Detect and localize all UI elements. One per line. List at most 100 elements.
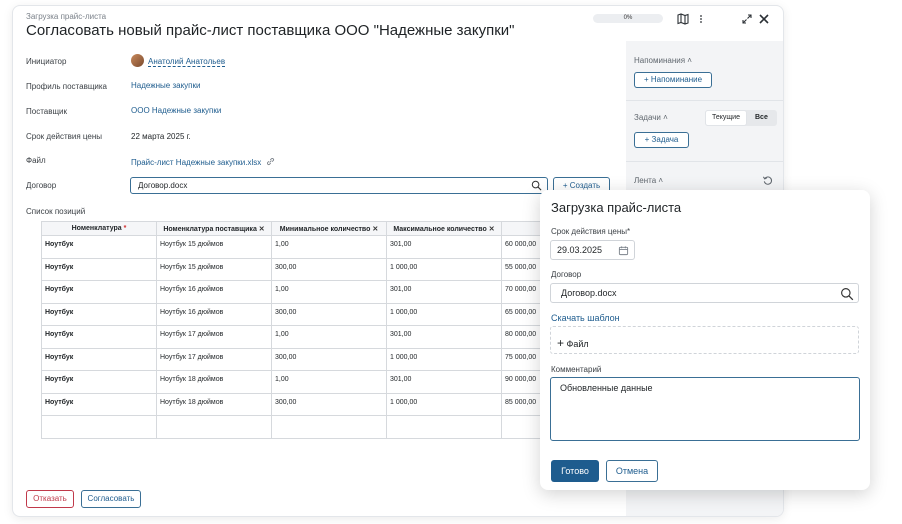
modal-validity-label: Срок действия цены* [551, 227, 631, 236]
initiator-link[interactable]: Анатолий Анатольев [148, 57, 226, 67]
col-supplier-nomenclature[interactable]: Номенклатура поставщика ✕ [156, 221, 272, 236]
more-vertical-icon[interactable] [694, 12, 708, 26]
pin-icon[interactable]: ✕ [259, 226, 265, 233]
table-row-empty[interactable] [41, 415, 561, 439]
validity-date-value: 29.03.2025 [557, 245, 603, 255]
cell-nomenclature[interactable]: Ноутбук [41, 325, 157, 349]
add-reminder-button[interactable]: + Напоминание [634, 72, 712, 88]
search-icon[interactable] [531, 180, 542, 191]
cell-supplier-nomenclature[interactable]: Ноутбук 17 дюймов [156, 325, 272, 349]
table-row[interactable]: Ноутбук Ноутбук 18 дюймов 1,00 301,00 90 000… [41, 370, 561, 394]
tab-all[interactable]: Все [755, 110, 768, 126]
table-row[interactable]: Ноутбук Ноутбук 15 дюймов 1,00 301,00 60 000… [41, 235, 561, 259]
map-icon[interactable] [676, 12, 690, 26]
pin-icon[interactable]: ✕ [372, 226, 378, 233]
expand-icon[interactable] [740, 12, 754, 26]
cell-min-qty[interactable]: 300,00 [271, 302, 387, 326]
col-min-qty[interactable]: Минимальное количество ✕ [271, 221, 387, 236]
cell-nomenclature[interactable]: Ноутбук [41, 257, 157, 281]
cell-nomenclature[interactable]: Ноутбук [41, 280, 157, 304]
cell-supplier-nomenclature[interactable]: Ноутбук 16 дюймов [156, 302, 272, 326]
tasks-title[interactable]: Задачи ˄ [634, 113, 668, 122]
col-max-qty[interactable]: Максимальное количество ✕ [386, 221, 502, 236]
refresh-icon[interactable] [762, 175, 773, 186]
pin-icon[interactable]: ✕ [489, 226, 495, 233]
cell-max-qty[interactable]: 1 000,00 [386, 392, 502, 416]
cell-max-qty[interactable]: 1 000,00 [386, 347, 502, 371]
contract-input[interactable]: Договор.docx [130, 177, 548, 194]
profile-link[interactable]: Надежные закупки [131, 81, 200, 90]
contract-label: Договор [26, 181, 57, 190]
table-row[interactable]: Ноутбук Ноутбук 16 дюймов 1,00 301,00 70 000… [41, 280, 561, 304]
table-row[interactable]: Ноутбук Ноутбук 16 дюймов 300,00 1 000,00 65… [41, 302, 561, 326]
tasks-filter: Текущие Все [705, 110, 777, 126]
table-row[interactable]: Ноутбук Ноутбук 18 дюймов 300,00 1 000,00 85… [41, 392, 561, 416]
cell-max-qty[interactable]: 1 000,00 [386, 257, 502, 281]
page-subtitle: Загрузка прайс-листа [26, 12, 107, 21]
cell-supplier-nomenclature[interactable]: Ноутбук 18 дюймов [156, 370, 272, 394]
reminders-title[interactable]: Напоминания ˄ [634, 56, 692, 65]
cell-min-qty[interactable]: 1,00 [271, 325, 387, 349]
download-template-link[interactable]: Скачать шаблон [551, 313, 620, 323]
cell-max-qty[interactable]: 1 000,00 [386, 302, 502, 326]
file-link-text[interactable]: Прайс-лист Надежные закупки.xlsx [131, 158, 261, 167]
supplier-link[interactable]: ООО Надежные закупки [131, 106, 221, 115]
comment-textarea[interactable]: Обновленные данные [550, 377, 860, 441]
tab-current[interactable]: Текущие [705, 110, 747, 126]
table-row[interactable]: Ноутбук Ноутбук 15 дюймов 300,00 1 000,00 55… [41, 257, 561, 281]
initiator-label: Инициатор [26, 57, 67, 66]
cell-min-qty[interactable]: 300,00 [271, 257, 387, 281]
cell-nomenclature[interactable]: Ноутбук [41, 302, 157, 326]
reject-button[interactable]: Отказать [26, 490, 74, 508]
cell-supplier-nomenclature[interactable]: Ноутбук 16 дюймов [156, 280, 272, 304]
cell-nomenclature[interactable]: Ноутбук [41, 235, 157, 259]
comment-text: Обновленные данные [560, 383, 653, 393]
add-file-button[interactable]: + Файл [550, 326, 859, 354]
empty-cell[interactable] [156, 415, 272, 439]
cell-min-qty[interactable]: 300,00 [271, 347, 387, 371]
cell-min-qty[interactable]: 1,00 [271, 280, 387, 304]
done-button[interactable]: Готово [551, 460, 599, 482]
cell-supplier-nomenclature[interactable]: Ноутбук 15 дюймов [156, 257, 272, 281]
link-icon [266, 157, 274, 166]
file-label: Файл [26, 156, 46, 165]
cell-min-qty[interactable]: 300,00 [271, 392, 387, 416]
table-row[interactable]: Ноутбук Ноутбук 17 дюймов 1,00 301,00 80 000… [41, 325, 561, 349]
cell-max-qty[interactable]: 301,00 [386, 280, 502, 304]
cell-min-qty[interactable]: 1,00 [271, 370, 387, 394]
feed-title[interactable]: Лента ˄ [634, 176, 663, 185]
validity-label: Срок действия цены [26, 132, 103, 141]
cell-nomenclature[interactable]: Ноутбук [41, 370, 157, 394]
validity-date-input[interactable]: 29.03.2025 [550, 240, 635, 260]
cell-max-qty[interactable]: 301,00 [386, 235, 502, 259]
create-button-label: Создать [569, 181, 601, 190]
positions-title: Список позиций [26, 207, 86, 216]
cell-min-qty[interactable]: 1,00 [271, 235, 387, 259]
cell-supplier-nomenclature[interactable]: Ноутбук 15 дюймов [156, 235, 272, 259]
add-task-button[interactable]: + Задача [634, 132, 689, 148]
divider [626, 161, 783, 162]
approve-button[interactable]: Согласовать [81, 490, 141, 508]
cell-max-qty[interactable]: 301,00 [386, 325, 502, 349]
cancel-button[interactable]: Отмена [606, 460, 658, 482]
search-icon[interactable] [840, 287, 854, 301]
page-title: Согласовать новый прайс-лист поставщика … [26, 22, 515, 39]
calendar-icon[interactable] [618, 245, 629, 256]
cell-supplier-nomenclature[interactable]: Ноутбук 18 дюймов [156, 392, 272, 416]
empty-cell[interactable] [386, 415, 502, 439]
empty-cell[interactable] [41, 415, 157, 439]
empty-cell[interactable] [271, 415, 387, 439]
table-row[interactable]: Ноутбук Ноутбук 17 дюймов 300,00 1 000,00 75… [41, 347, 561, 371]
required-mark: * [123, 225, 127, 232]
upload-price-list-modal: Загрузка прайс-листа Срок действия цены*… [540, 190, 870, 490]
modal-contract-input[interactable]: Договор.docx [550, 283, 859, 303]
cell-supplier-nomenclature[interactable]: Ноутбук 17 дюймов [156, 347, 272, 371]
close-icon[interactable] [757, 12, 771, 26]
cell-max-qty[interactable]: 301,00 [386, 370, 502, 394]
file-button-label: Файл [566, 339, 589, 349]
cell-nomenclature[interactable]: Ноутбук [41, 347, 157, 371]
avatar [131, 54, 144, 67]
file-link[interactable]: Прайс-лист Надежные закупки.xlsx [131, 157, 275, 167]
col-nomenclature[interactable]: Номенклатура * [41, 221, 157, 236]
cell-nomenclature[interactable]: Ноутбук [41, 392, 157, 416]
